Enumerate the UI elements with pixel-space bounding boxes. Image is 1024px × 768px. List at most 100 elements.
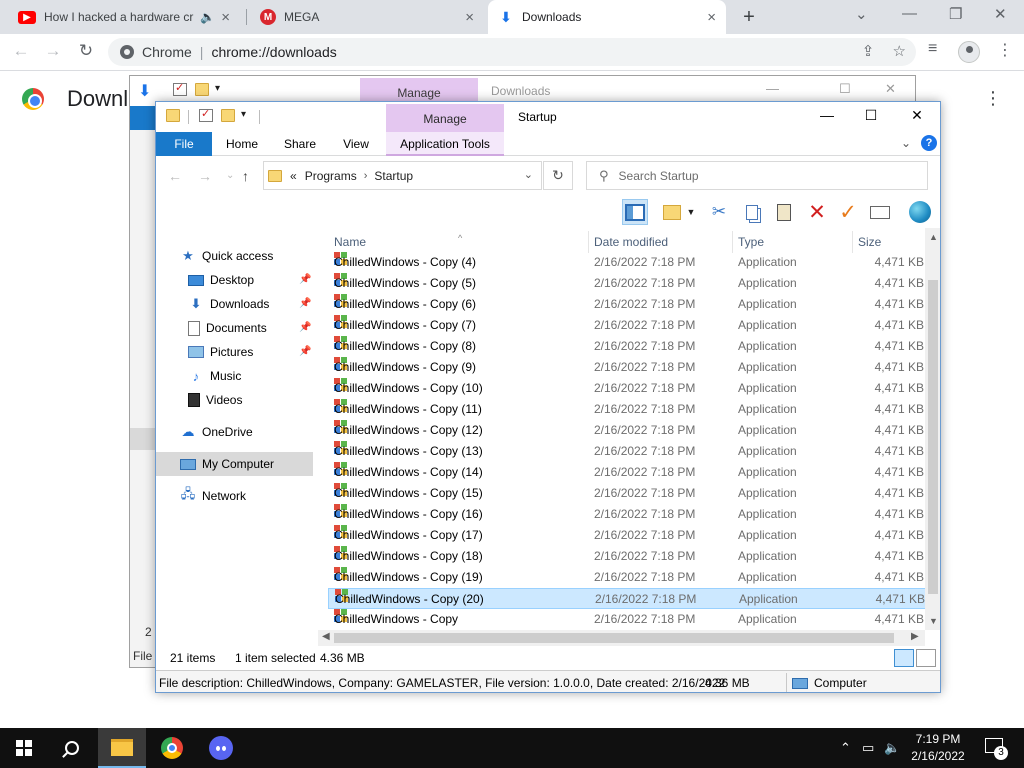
table-row[interactable]: ChilledWindows - Copy (18) 2/16/2022 7:18… xyxy=(328,546,928,567)
table-row[interactable]: ChilledWindows - Copy (5) 2/16/2022 7:18 … xyxy=(328,273,928,294)
large-icons-view-button[interactable] xyxy=(916,649,936,667)
checkmark-icon[interactable]: ✓ xyxy=(835,199,861,225)
back-button[interactable]: ← xyxy=(168,168,182,184)
search-button[interactable] xyxy=(48,728,96,768)
navigation-item[interactable] xyxy=(130,428,156,450)
new-folder-button[interactable] xyxy=(659,199,685,225)
close-icon[interactable]: × xyxy=(221,9,230,26)
up-button[interactable]: ↑ xyxy=(242,168,249,184)
tab-view[interactable]: View xyxy=(336,132,376,156)
column-header-name[interactable]: Name ^ xyxy=(334,232,584,252)
close-window-button[interactable]: ✕ xyxy=(994,5,1007,23)
bookmark-star-icon[interactable]: ☆ xyxy=(893,43,906,60)
table-row[interactable]: ChilledWindows - Copy (13) 2/16/2022 7:18… xyxy=(328,441,928,462)
scroll-up-icon[interactable]: ▲ xyxy=(929,232,938,242)
system-clock[interactable]: 7:19 PM 2/16/2022 xyxy=(898,731,978,765)
tab-search-icon[interactable]: ⌄ xyxy=(855,5,868,23)
table-row[interactable]: ChilledWindows - Copy (20) 2/16/2022 7:18… xyxy=(328,588,928,609)
scroll-left-icon[interactable]: ◀ xyxy=(322,631,330,642)
chevron-down-icon[interactable]: ▼ xyxy=(684,199,698,225)
vertical-scrollbar[interactable]: ▲ ▼ xyxy=(925,228,940,630)
tab-downloads[interactable]: ⬇ Downloads × xyxy=(488,0,726,34)
speaker-icon[interactable]: 🔈 xyxy=(200,10,215,24)
taskbar-discord[interactable] xyxy=(197,728,245,768)
share-icon[interactable]: ⇪ xyxy=(862,43,875,60)
table-row[interactable]: ChilledWindows - Copy (7) 2/16/2022 7:18 … xyxy=(328,315,928,336)
breadcrumb-overflow[interactable]: « xyxy=(290,169,297,183)
tab-youtube[interactable]: ▶ How I hacked a hardware cr 🔈 × xyxy=(8,0,240,34)
address-bar[interactable]: Chrome | chrome://downloads ⇪ ☆ xyxy=(108,38,916,66)
manage-tab[interactable]: Manage xyxy=(386,104,504,132)
nav-videos[interactable]: Videos xyxy=(188,388,242,412)
table-row[interactable]: ChilledWindows - Copy (15) 2/16/2022 7:18… xyxy=(328,483,928,504)
delete-icon[interactable]: ✕ xyxy=(804,199,830,225)
nav-pictures[interactable]: Pictures xyxy=(188,340,253,364)
table-row[interactable]: ChilledWindows - Copy (4) 2/16/2022 7:18 … xyxy=(328,252,928,273)
chevron-up-icon[interactable]: ⌃ xyxy=(840,740,851,756)
breadcrumb-startup[interactable]: Startup xyxy=(374,169,413,183)
scrollbar-thumb[interactable] xyxy=(928,280,938,594)
customize-toolbar-icon[interactable]: ▾ xyxy=(215,83,220,94)
copy-button[interactable] xyxy=(739,199,765,225)
back-button[interactable]: ← xyxy=(10,41,32,61)
close-icon[interactable]: × xyxy=(707,9,716,26)
expand-ribbon-icon[interactable]: ⌄ xyxy=(901,136,911,150)
paste-button[interactable] xyxy=(771,199,797,225)
new-folder-icon[interactable] xyxy=(195,83,209,96)
table-row[interactable]: ChilledWindows - Copy (16) 2/16/2022 7:18… xyxy=(328,504,928,525)
breadcrumb-programs[interactable]: Programs xyxy=(305,169,357,183)
column-header-type[interactable]: Type xyxy=(738,232,848,252)
table-row[interactable]: ChilledWindows - Copy (9) 2/16/2022 7:18 … xyxy=(328,357,928,378)
chevron-right-icon[interactable]: › xyxy=(364,170,368,182)
maximize-button[interactable]: ☐ xyxy=(861,107,881,124)
new-tab-button[interactable]: + xyxy=(738,6,760,29)
maximize-button[interactable]: ☐ xyxy=(839,81,851,97)
preview-pane-button[interactable] xyxy=(622,199,648,225)
scroll-down-icon[interactable]: ▼ xyxy=(929,616,938,626)
restore-button[interactable]: ❐ xyxy=(949,5,962,23)
new-folder-icon[interactable] xyxy=(221,109,235,122)
refresh-button[interactable]: ↻ xyxy=(543,161,573,190)
search-input[interactable]: ⚲ Search Startup xyxy=(586,161,928,190)
table-row[interactable]: ChilledWindows - Copy (12) 2/16/2022 7:18… xyxy=(328,420,928,441)
file-tab[interactable] xyxy=(130,106,156,130)
tab-application-tools[interactable]: Application Tools xyxy=(386,132,504,156)
globe-button[interactable] xyxy=(907,199,933,225)
menu-icon[interactable]: ⋮ xyxy=(997,40,1013,60)
table-row[interactable]: ChilledWindows - Copy (6) 2/16/2022 7:18 … xyxy=(328,294,928,315)
table-row[interactable]: ChilledWindows - Copy (11) 2/16/2022 7:18… xyxy=(328,399,928,420)
minimize-button[interactable]: — xyxy=(902,5,917,22)
close-button[interactable]: ✕ xyxy=(907,107,927,124)
forward-button[interactable]: → xyxy=(198,168,212,184)
reload-button[interactable]: ↻ xyxy=(75,41,97,61)
table-row[interactable]: ChilledWindows - Copy 2/16/2022 7:18 PM Ap… xyxy=(328,609,928,630)
tab-file[interactable]: File xyxy=(156,132,212,156)
minimize-button[interactable]: — xyxy=(766,81,779,96)
nav-onedrive[interactable]: ☁ OneDrive xyxy=(180,420,253,444)
rename-button[interactable] xyxy=(867,199,893,225)
site-chip[interactable]: Chrome xyxy=(120,44,192,60)
column-divider[interactable] xyxy=(732,231,733,253)
column-header-size[interactable]: Size xyxy=(858,232,918,252)
nav-network[interactable]: 🖧 Network xyxy=(180,484,246,508)
details-view-button[interactable] xyxy=(894,649,914,667)
table-row[interactable]: ChilledWindows - Copy (8) 2/16/2022 7:18 … xyxy=(328,336,928,357)
customize-toolbar-icon[interactable]: ▾ xyxy=(241,109,246,120)
properties-icon[interactable] xyxy=(199,107,213,122)
chevron-down-icon[interactable]: ⌄ xyxy=(524,168,533,181)
network-icon[interactable]: ▭ xyxy=(862,740,874,756)
start-button[interactable] xyxy=(0,728,48,768)
cut-icon[interactable]: ✂ xyxy=(706,199,732,225)
nav-music[interactable]: ♪ Music xyxy=(188,364,242,388)
tab-mega[interactable]: M MEGA × xyxy=(250,0,484,34)
column-divider[interactable] xyxy=(852,231,853,253)
taskbar-chrome[interactable] xyxy=(148,728,196,768)
recent-locations-icon[interactable]: ⌄ xyxy=(226,170,234,181)
close-icon[interactable]: × xyxy=(465,9,474,26)
help-icon[interactable]: ? xyxy=(921,135,937,151)
properties-icon[interactable] xyxy=(173,81,187,96)
nav-downloads[interactable]: ⬇ Downloads xyxy=(188,292,270,316)
table-row[interactable]: ChilledWindows - Copy (10) 2/16/2022 7:18… xyxy=(328,378,928,399)
address-bar[interactable]: « Programs › Startup ⌄ xyxy=(263,161,542,190)
horizontal-scrollbar[interactable]: ◀ ▶ xyxy=(318,630,925,646)
